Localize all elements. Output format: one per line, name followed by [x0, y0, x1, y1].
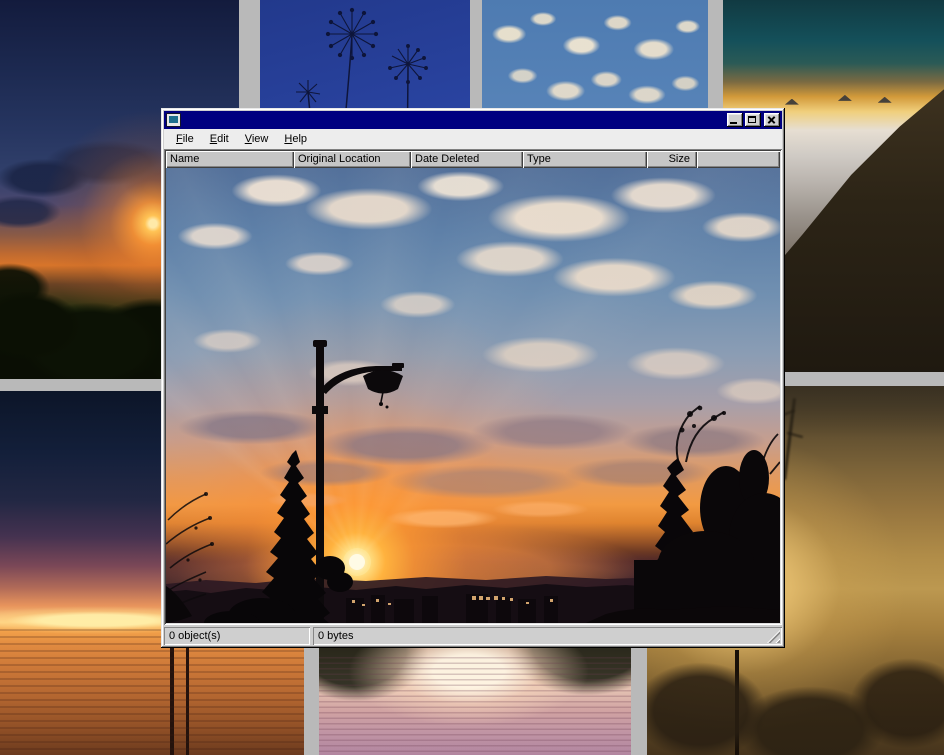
window-controls — [727, 113, 780, 127]
maximize-button[interactable] — [745, 113, 761, 127]
leaf-specks-left — [186, 492, 214, 582]
status-bar: 0 object(s) 0 bytes — [164, 627, 782, 645]
status-object-count: 0 object(s) — [164, 627, 310, 645]
menu-bar: File Edit View Help — [164, 129, 782, 149]
menu-help[interactable]: Help — [276, 131, 315, 148]
sun-disc — [349, 554, 365, 570]
column-header-size[interactable]: Size — [647, 151, 697, 168]
title-bar[interactable] — [164, 111, 782, 129]
menu-view[interactable]: View — [237, 131, 277, 148]
tree-wisp — [787, 432, 803, 438]
island-peak — [838, 95, 852, 101]
recycle-bin-window: File Edit View Help Name Original Locati… — [161, 108, 785, 648]
column-header-date-deleted[interactable]: Date Deleted — [411, 151, 523, 168]
minimize-button[interactable] — [727, 113, 743, 127]
column-header-name[interactable]: Name — [166, 151, 294, 168]
wispy-tree-top — [677, 406, 724, 462]
status-byte-count: 0 bytes — [313, 627, 782, 645]
column-header-original-location[interactable]: Original Location — [294, 151, 411, 168]
silhouette-layer — [166, 168, 780, 623]
menu-edit[interactable]: Edit — [202, 131, 237, 148]
column-header-row: Name Original Location Date Deleted Type… — [166, 151, 780, 168]
close-button[interactable] — [764, 113, 780, 127]
island-peak — [878, 97, 892, 103]
client-area-sunset-photo — [166, 168, 780, 623]
menu-file[interactable]: File — [168, 131, 202, 148]
lamp-pole-background — [735, 650, 739, 755]
mooring-pole — [186, 639, 189, 755]
column-header-filler — [697, 151, 780, 168]
window-icon — [166, 113, 181, 127]
list-view[interactable]: Name Original Location Date Deleted Type… — [164, 149, 782, 625]
island-peak — [785, 99, 799, 105]
column-header-type[interactable]: Type — [523, 151, 647, 168]
tree-mass-right — [634, 450, 780, 623]
